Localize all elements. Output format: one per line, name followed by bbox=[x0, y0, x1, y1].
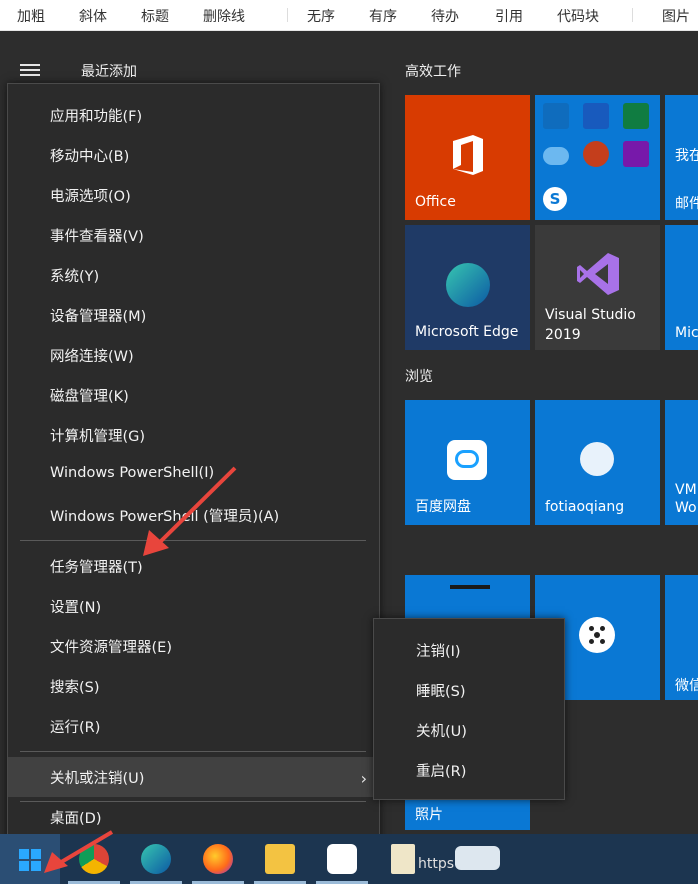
tile-photos-label: 照片 bbox=[415, 807, 443, 823]
hamburger-menu-icon[interactable] bbox=[20, 64, 40, 78]
menu-item-network-connections[interactable]: 网络连接(W) bbox=[8, 335, 379, 375]
powerpoint-icon bbox=[583, 141, 609, 167]
chevron-right-icon: › bbox=[360, 769, 367, 788]
italic-button[interactable]: 斜体 bbox=[79, 6, 107, 26]
toolbar-divider bbox=[287, 8, 288, 22]
editor-toolbar: 加粗 斜体 标题 删除线 无序 有序 待办 引用 代码块 图片 bbox=[0, 0, 698, 31]
menu-divider bbox=[20, 751, 366, 752]
excel-icon bbox=[623, 103, 649, 129]
submenu-item-shut-down[interactable]: 关机(U) bbox=[374, 710, 564, 750]
onenote-icon bbox=[623, 141, 649, 167]
tile-vs-label-1: Visual Studio bbox=[545, 307, 636, 323]
menu-item-run[interactable]: 运行(R) bbox=[8, 706, 379, 746]
tile-edge-label: Microsoft Edge bbox=[415, 324, 519, 340]
menu-item-power-options[interactable]: 电源选项(O) bbox=[8, 175, 379, 215]
edge-icon bbox=[446, 263, 490, 307]
tile-wechat-label: 微信 bbox=[675, 678, 698, 694]
shutdown-submenu: 注销(I) 睡眠(S) 关机(U) 重启(R) bbox=[373, 618, 565, 800]
toolbar-divider bbox=[632, 8, 633, 22]
tile-baidu-netdisk[interactable]: 百度网盘 bbox=[405, 400, 530, 525]
menu-item-apps-features[interactable]: 应用和功能(F) bbox=[8, 95, 379, 135]
tile-vmware[interactable]: VM Wo bbox=[665, 400, 698, 525]
submenu-item-sleep[interactable]: 睡眠(S) bbox=[374, 670, 564, 710]
skype-icon: S bbox=[543, 187, 567, 211]
dots-app-icon bbox=[579, 617, 615, 653]
heading-button[interactable]: 标题 bbox=[141, 6, 169, 26]
tile-office-label: Office bbox=[415, 194, 456, 210]
edge-taskbar-icon[interactable] bbox=[141, 844, 171, 874]
recently-added-label: 最近添加 bbox=[81, 64, 137, 80]
tile-microsoft-edge[interactable]: Microsoft Edge bbox=[405, 225, 530, 350]
baidu-netdisk-icon bbox=[447, 440, 487, 480]
windows-logo-icon bbox=[19, 849, 41, 871]
tile-mail[interactable]: 我在 邮件 bbox=[665, 95, 698, 220]
tile-mail-label-2: 邮件 bbox=[675, 196, 698, 212]
firefox-icon[interactable] bbox=[203, 844, 233, 874]
ordered-list-button[interactable]: 有序 bbox=[369, 6, 397, 26]
bold-button[interactable]: 加粗 bbox=[17, 6, 45, 26]
menu-item-settings[interactable]: 设置(N) bbox=[8, 586, 379, 626]
code-block-button[interactable]: 代码块 bbox=[557, 6, 599, 26]
quote-button[interactable]: 引用 bbox=[495, 6, 523, 26]
tile-fotiaoqiang-label: fotiaoqiang bbox=[545, 499, 625, 515]
tile-baidu-label: 百度网盘 bbox=[415, 499, 471, 515]
word-icon bbox=[583, 103, 609, 129]
file-explorer-icon[interactable] bbox=[265, 844, 295, 874]
image-button[interactable]: 图片 bbox=[662, 6, 690, 26]
tile-wechat[interactable]: 微信 bbox=[665, 575, 698, 700]
onedrive-icon bbox=[543, 147, 569, 165]
tile-vm-label-1: VM bbox=[675, 482, 697, 498]
office-icon bbox=[453, 135, 483, 175]
menu-item-mobility-center[interactable]: 移动中心(B) bbox=[8, 135, 379, 175]
taskbar-url-text: https bbox=[418, 856, 455, 872]
menu-item-event-viewer[interactable]: 事件查看器(V) bbox=[8, 215, 379, 255]
notepad-icon[interactable] bbox=[391, 844, 415, 874]
red-arrow-annotation bbox=[44, 830, 114, 873]
outlook-icon bbox=[543, 103, 569, 129]
menu-item-shutdown-signout[interactable]: 关机或注销(U) › bbox=[8, 757, 379, 797]
group-title-browse: 浏览 bbox=[405, 369, 433, 385]
tile-vs-label-2: 2019 bbox=[545, 327, 581, 343]
menu-item-search[interactable]: 搜索(S) bbox=[8, 666, 379, 706]
strikethrough-button[interactable]: 删除线 bbox=[203, 6, 245, 26]
group-title-productivity: 高效工作 bbox=[405, 64, 461, 80]
tile-visual-studio[interactable]: Visual Studio 2019 bbox=[535, 225, 660, 350]
menu-item-device-manager[interactable]: 设备管理器(M) bbox=[8, 295, 379, 335]
submenu-item-sign-out[interactable]: 注销(I) bbox=[374, 630, 564, 670]
app-taskbar-icon[interactable] bbox=[455, 846, 500, 870]
submenu-item-restart[interactable]: 重启(R) bbox=[374, 750, 564, 790]
visual-studio-icon bbox=[577, 253, 619, 295]
tile-mic-label: Mic bbox=[675, 325, 698, 341]
menu-item-computer-management[interactable]: 计算机管理(G) bbox=[8, 415, 379, 455]
buddha-icon bbox=[580, 442, 614, 476]
tile-office-apps-folder[interactable]: S bbox=[535, 95, 660, 220]
tile-office[interactable]: Office bbox=[405, 95, 530, 220]
tile-microsoft-partial[interactable]: Mic bbox=[665, 225, 698, 350]
baidu-netdisk-taskbar-icon[interactable] bbox=[327, 844, 357, 874]
todo-button[interactable]: 待办 bbox=[431, 6, 459, 26]
menu-item-disk-management[interactable]: 磁盘管理(K) bbox=[8, 375, 379, 415]
tile-mail-label-1: 我在 bbox=[675, 148, 698, 164]
menu-item-file-explorer[interactable]: 文件资源管理器(E) bbox=[8, 626, 379, 666]
unordered-list-button[interactable]: 无序 bbox=[307, 6, 335, 26]
red-arrow-annotation bbox=[143, 466, 237, 556]
menu-item-system[interactable]: 系统(Y) bbox=[8, 255, 379, 295]
tile-vm-label-2: Wo bbox=[675, 500, 697, 516]
tile-fotiaoqiang[interactable]: fotiaoqiang bbox=[535, 400, 660, 525]
